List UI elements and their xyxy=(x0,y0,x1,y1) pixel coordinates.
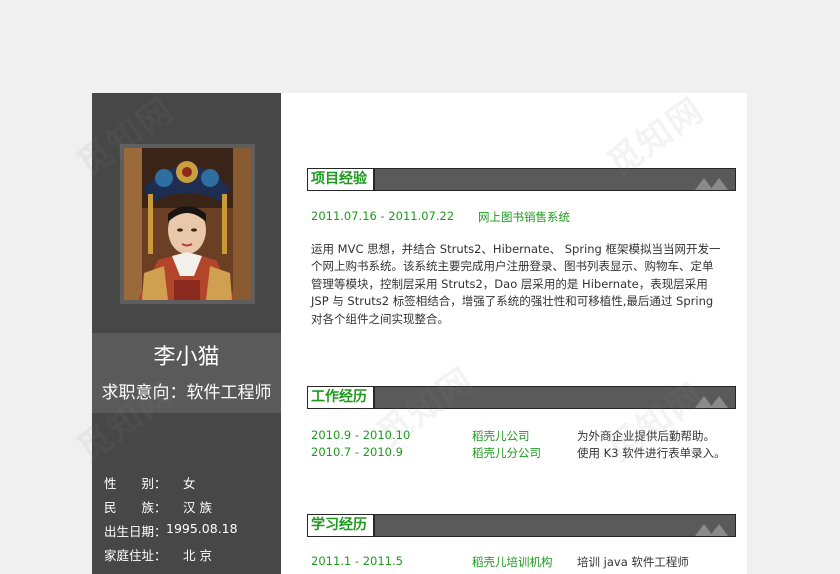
sidebar: 李小猫 求职意向：软件工程师 性 别： 女 民 族： 汉 族 出生日期： 199… xyxy=(92,93,281,574)
photo-frame xyxy=(120,144,255,304)
info-value: 汉 族 xyxy=(183,500,212,515)
triangle-decoration-icon xyxy=(695,178,728,190)
work-period: 2010.9 - 2010.10 xyxy=(311,428,411,442)
triangle-decoration-icon xyxy=(695,524,728,536)
section-title: 工作经历 xyxy=(308,387,375,408)
section-header-education: 学习经历 xyxy=(307,514,736,537)
info-birthdate: 出生日期： 1995.08.18 xyxy=(104,521,238,540)
info-value: 女 xyxy=(183,476,196,491)
info-value: 北 京 xyxy=(183,548,212,563)
avatar xyxy=(124,148,251,300)
work-detail: 使用 K3 软件进行表单录入。 xyxy=(577,446,726,460)
work-period: 2010.7 - 2010.9 xyxy=(311,445,403,459)
info-ethnicity: 民 族： 汉 族 xyxy=(104,497,212,516)
info-label: 性 别： xyxy=(104,476,167,491)
project-description: 运用 MVC 思想，并结合 Struts2、Hibernate、 Spring … xyxy=(311,242,721,326)
section-marker xyxy=(286,165,292,167)
work-company: 稻壳儿公司 xyxy=(472,429,530,443)
work-detail: 为外商企业提供后勤帮助。 xyxy=(577,429,715,443)
info-label: 家庭住址： xyxy=(104,548,167,563)
section-marker xyxy=(286,383,292,385)
section-title: 项目经验 xyxy=(308,169,375,190)
info-address: 家庭住址： 北 京 xyxy=(104,545,212,564)
candidate-name: 李小猫 xyxy=(153,345,220,370)
section-header-project: 项目经验 xyxy=(307,168,736,191)
info-label: 民 族： xyxy=(104,500,167,515)
section-marker xyxy=(286,511,292,513)
info-label: 出生日期： xyxy=(104,524,167,539)
work-company: 稻壳儿分公司 xyxy=(472,446,541,460)
resume-page: 李小猫 求职意向：软件工程师 性 别： 女 民 族： 汉 族 出生日期： 199… xyxy=(92,93,747,574)
project-period: 2011.07.16 - 2011.07.22 xyxy=(311,209,455,223)
section-header-work: 工作经历 xyxy=(307,386,736,409)
section-title: 学习经历 xyxy=(308,515,375,536)
main-content: 项目经验 2011.07.16 - 2011.07.22 网上图书销售系统 运用… xyxy=(281,93,747,574)
education-school: 稻壳儿培训机构 xyxy=(472,555,553,569)
info-value: 1995.08.18 xyxy=(166,521,238,536)
project-name: 网上图书销售系统 xyxy=(478,210,570,224)
job-intent: 求职意向：软件工程师 xyxy=(101,383,272,403)
education-period: 2011.1 - 2011.5 xyxy=(311,554,403,568)
education-detail: 培训 java 软件工程师 xyxy=(577,555,689,569)
info-gender: 性 别： 女 xyxy=(104,473,196,492)
triangle-decoration-icon xyxy=(695,396,728,408)
